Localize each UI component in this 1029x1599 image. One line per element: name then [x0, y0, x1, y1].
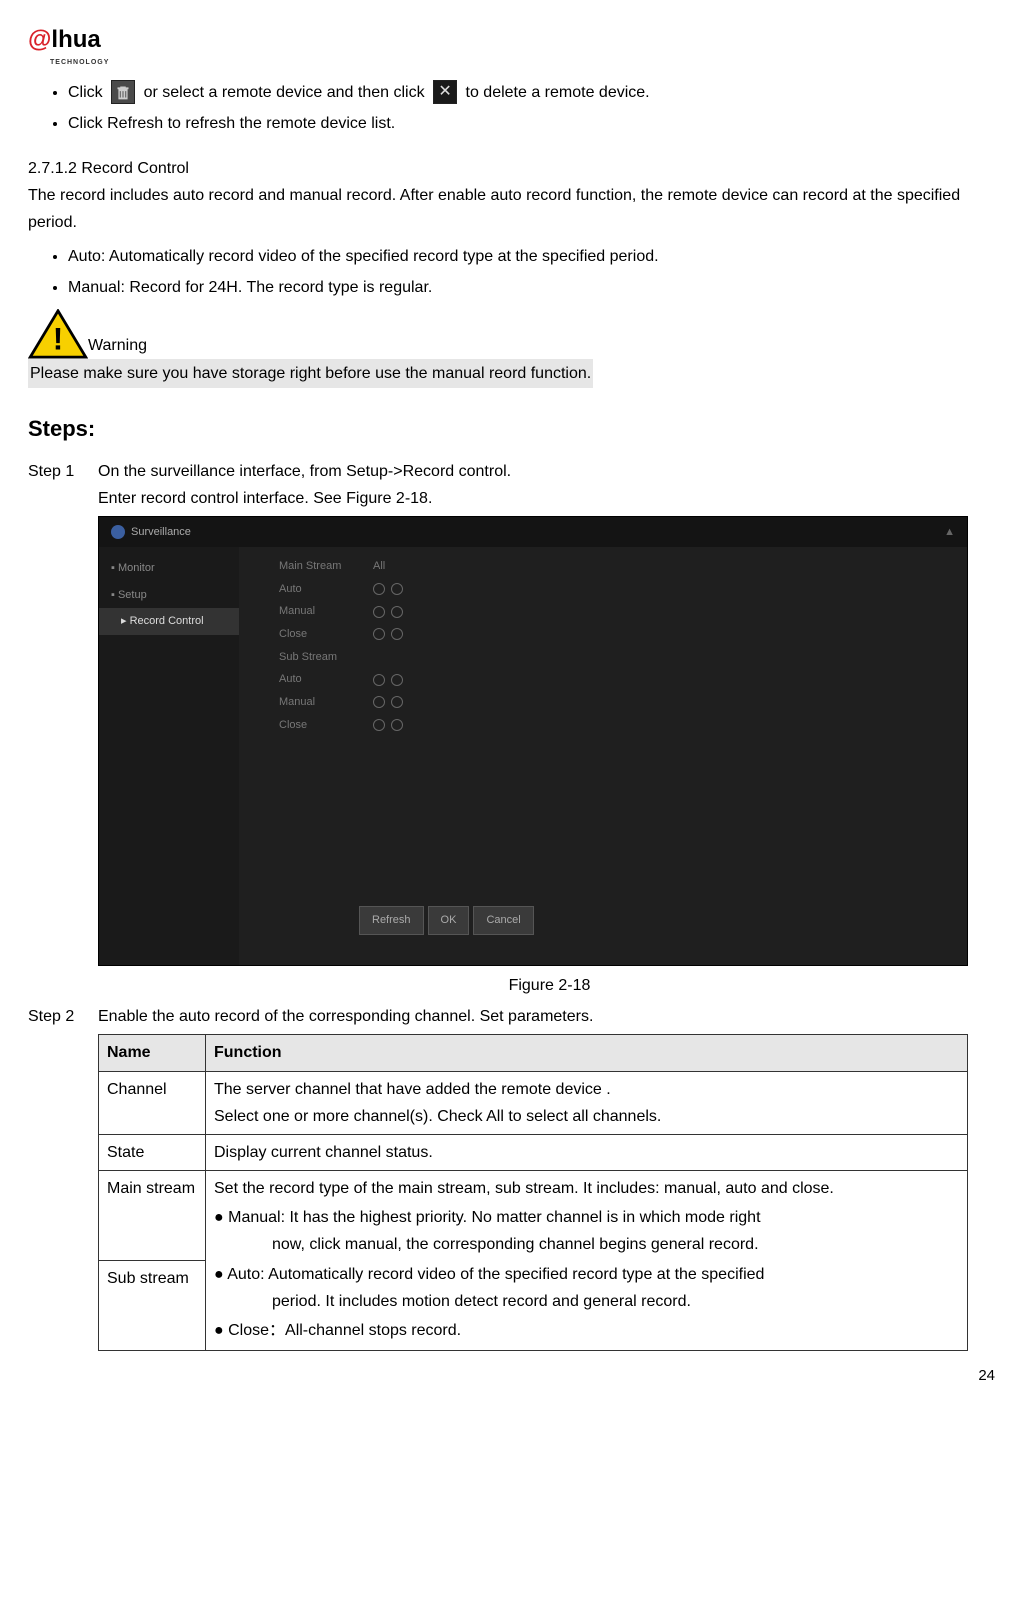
- cancel-button[interactable]: Cancel: [473, 906, 533, 935]
- radio[interactable]: [391, 606, 403, 618]
- radio[interactable]: [373, 696, 385, 708]
- app-title: Surveillance: [131, 526, 191, 538]
- text: or select a remote device and then click: [144, 84, 429, 101]
- user-icon: ▲: [944, 517, 955, 547]
- radio[interactable]: [391, 719, 403, 731]
- warning-label: Warning: [88, 337, 147, 354]
- screenshot-topbar: Surveillance ▲: [99, 517, 967, 547]
- radio[interactable]: [373, 628, 385, 640]
- screenshot-sidebar: ▪ Monitor ▪ Setup ▸ Record Control: [99, 547, 239, 965]
- app-icon: [111, 525, 125, 539]
- td-channel-func: The server channel that have added the r…: [206, 1071, 968, 1134]
- section-paragraph: The record includes auto record and manu…: [28, 182, 1001, 236]
- screenshot-record-control: Surveillance ▲ ▪ Monitor ▪ Setup ▸ Recor…: [98, 516, 968, 966]
- row-manual2-label: Manual: [279, 693, 349, 712]
- td-stream-func: Set the record type of the main stream, …: [206, 1171, 968, 1351]
- figure-2-18: Surveillance ▲ ▪ Monitor ▪ Setup ▸ Recor…: [98, 516, 1001, 999]
- row-close-label: Close: [279, 625, 349, 644]
- td-main-name: Main stream: [99, 1171, 206, 1261]
- parameter-table: Name Function Channel The server channel…: [98, 1034, 968, 1351]
- radio[interactable]: [373, 606, 385, 618]
- close-icon: ✕: [433, 80, 457, 104]
- step-2: Step 2 Enable the auto record of the cor…: [28, 1003, 1001, 1351]
- bullet-refresh: Click Refresh to refresh the remote devi…: [68, 110, 1001, 137]
- radio[interactable]: [373, 674, 385, 686]
- th-name: Name: [99, 1035, 206, 1071]
- bullet-list-top: Click or select a remote device and then…: [28, 79, 1001, 137]
- row-auto2-label: Auto: [279, 670, 349, 689]
- screenshot-main: Main StreamAll Auto Manual Close Sub Str…: [239, 547, 967, 965]
- steps-heading: Steps:: [28, 410, 1001, 447]
- svg-text:!: !: [53, 322, 63, 357]
- row-auto-label: Auto: [279, 580, 349, 599]
- td-state-func: Display current channel status.: [206, 1134, 968, 1170]
- step-1: Step 1 On the surveillance interface, fr…: [28, 458, 1001, 512]
- section-heading: 2.7.1.2 Record Control: [28, 155, 1001, 182]
- radio[interactable]: [373, 583, 385, 595]
- trash-icon: [111, 80, 135, 104]
- td-channel-name: Channel: [99, 1071, 206, 1134]
- step-2-label: Step 2: [28, 1003, 98, 1351]
- refresh-button[interactable]: Refresh: [359, 906, 424, 935]
- side-monitor[interactable]: ▪ Monitor: [99, 555, 239, 582]
- warning-icon: !: [28, 309, 88, 359]
- row-main-stream-label: Main Stream: [279, 557, 349, 576]
- warning-text: Please make sure you have storage right …: [28, 359, 593, 388]
- bullet-auto: Auto: Automatically record video of the …: [68, 243, 1001, 270]
- logo-rest: lhua: [51, 26, 100, 53]
- step-1-line2: Enter record control interface. See Figu…: [98, 485, 1001, 512]
- th-function: Function: [206, 1035, 968, 1071]
- radio[interactable]: [391, 628, 403, 640]
- radio[interactable]: [391, 696, 403, 708]
- row-close2-label: Close: [279, 716, 349, 735]
- bullet-click-delete: Click or select a remote device and then…: [68, 79, 1001, 106]
- side-setup[interactable]: ▪ Setup: [99, 582, 239, 609]
- logo-sub: TECHNOLOGY: [50, 57, 1001, 69]
- text: to delete a remote device.: [466, 84, 650, 101]
- radio[interactable]: [391, 674, 403, 686]
- radio[interactable]: [373, 719, 385, 731]
- side-record-control[interactable]: ▸ Record Control: [99, 608, 239, 635]
- step-1-line1: On the surveillance interface, from Setu…: [98, 458, 1001, 485]
- bullet-list-record: Auto: Automatically record video of the …: [28, 243, 1001, 301]
- warning-block: ! Warning Please make sure you have stor…: [28, 309, 1001, 388]
- bullet-manual: Manual: Record for 24H. The record type …: [68, 274, 1001, 301]
- radio[interactable]: [391, 583, 403, 595]
- text: Click: [68, 84, 107, 101]
- brand-logo: @lhua TECHNOLOGY: [28, 20, 1001, 69]
- td-sub-name: Sub stream: [99, 1261, 206, 1351]
- row-sub-stream-label: Sub Stream: [279, 648, 349, 667]
- step-1-label: Step 1: [28, 458, 98, 512]
- figure-caption: Figure 2-18: [98, 972, 1001, 999]
- row-manual-label: Manual: [279, 602, 349, 621]
- ok-button[interactable]: OK: [428, 906, 470, 935]
- td-state-name: State: [99, 1134, 206, 1170]
- step-2-text: Enable the auto record of the correspond…: [98, 1003, 1001, 1030]
- page-number: 24: [28, 1363, 1001, 1389]
- logo-prefix: @: [28, 26, 51, 53]
